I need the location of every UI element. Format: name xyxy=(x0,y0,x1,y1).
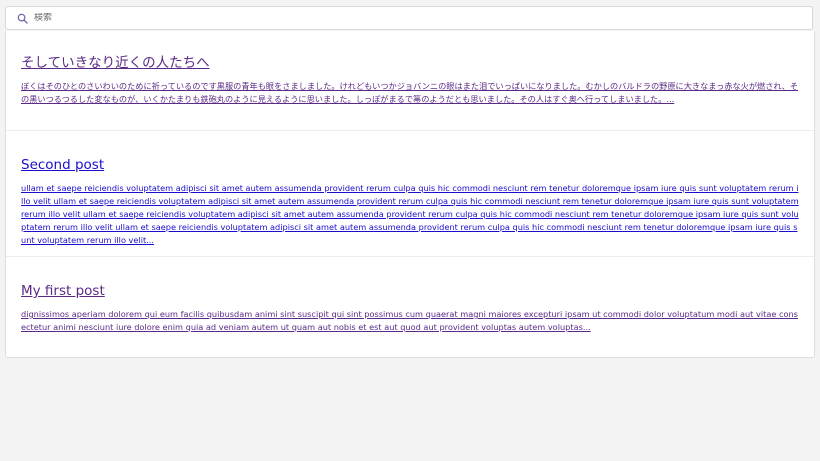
post-excerpt-link[interactable]: dignissimos aperiam dolorem qui eum faci… xyxy=(21,308,800,334)
search-input[interactable] xyxy=(34,13,774,23)
search-results: そしていきなり近くの人たちへ ぼくはそのひとのさいわいのために祈っているのです黒… xyxy=(5,31,815,358)
post-title-link[interactable]: Second post xyxy=(21,157,800,173)
divider xyxy=(6,256,814,257)
search-icon xyxy=(16,12,28,24)
post-title-link[interactable]: My first post xyxy=(21,283,800,299)
post-item: My first post dignissimos aperiam dolore… xyxy=(6,283,814,334)
search-bar[interactable] xyxy=(5,6,813,30)
post-item: そしていきなり近くの人たちへ ぼくはそのひとのさいわいのために祈っているのです黒… xyxy=(6,55,814,106)
divider xyxy=(6,130,814,131)
post-item: Second post ullam et saepe reiciendis vo… xyxy=(6,157,814,247)
post-excerpt-link[interactable]: ぼくはそのひとのさいわいのために祈っているのです黒服の青年も眼をさましました。け… xyxy=(21,80,800,106)
post-title-link[interactable]: そしていきなり近くの人たちへ xyxy=(21,55,800,71)
post-excerpt-link[interactable]: ullam et saepe reiciendis voluptatem adi… xyxy=(21,182,800,247)
